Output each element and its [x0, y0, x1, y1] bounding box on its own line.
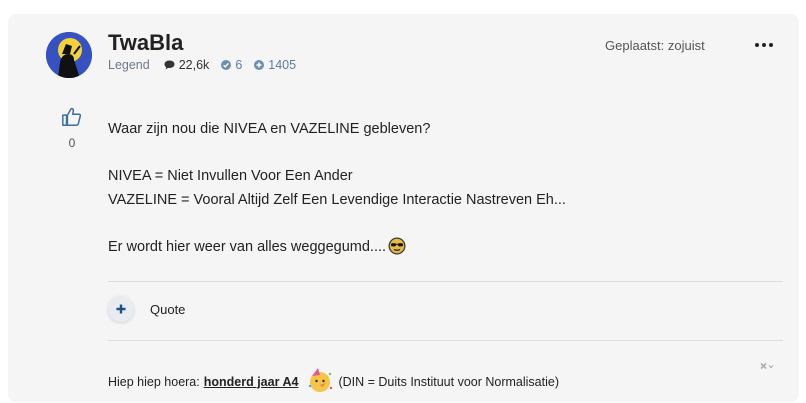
like-button[interactable] — [60, 106, 84, 133]
check-circle-icon — [221, 60, 232, 70]
divider — [108, 281, 783, 282]
points-stat: 1405 — [254, 58, 296, 72]
avatar[interactable] — [46, 32, 92, 78]
posted-timestamp: Geplaatst: zojuist — [605, 38, 705, 53]
points-count: 1405 — [268, 58, 297, 72]
party-face-emoji — [306, 366, 334, 397]
sunglasses-emoji — [388, 237, 406, 264]
like-count: 0 — [68, 136, 76, 150]
reactions-count: 6 — [235, 58, 243, 72]
thumbs-up-icon — [62, 107, 82, 126]
signature-suffix: (DIN = Duits Instituut voor Normalisatie… — [338, 374, 559, 389]
author-meta: Legend 22,6k 6 1405 — [108, 58, 308, 72]
signature-prefix: Hiep hiep hoera: — [108, 374, 200, 389]
author-rank: Legend — [108, 58, 150, 72]
author-name[interactable]: TwaBla — [108, 30, 183, 56]
messages-count: 22,6k — [178, 58, 210, 72]
speech-bubble-icon — [164, 60, 175, 70]
close-icon[interactable] — [760, 362, 774, 375]
divider — [108, 340, 783, 341]
post-line: Er wordt hier weer van alles weggegumd..… — [108, 238, 387, 255]
quote-button[interactable]: Quote — [150, 302, 185, 317]
post-line: VAZELINE = Vooral Altijd Zelf Een Levend… — [108, 191, 566, 208]
ellipsis-icon[interactable] — [753, 36, 775, 54]
post-line: NIVEA = Niet Invullen Voor Een Ander — [108, 168, 353, 184]
messages-stat: 22,6k — [164, 58, 210, 72]
plus-circle-icon — [254, 60, 265, 70]
post-card: TwaBla Legend 22,6k 6 1405 Geplaatst: zo… — [8, 14, 799, 402]
reactions-stat: 6 — [221, 58, 242, 72]
plus-icon — [116, 304, 126, 314]
post-line: Waar zijn nou die NIVEA en VAZELINE gebl… — [108, 121, 431, 137]
signature: Hiep hiep hoera: honderd jaar A4 (DIN = … — [108, 366, 559, 397]
add-icon[interactable] — [108, 296, 134, 322]
signature-link[interactable]: honderd jaar A4 — [204, 375, 299, 389]
post-body: Waar zijn nou die NIVEA en VAZELINE gebl… — [108, 118, 566, 263]
post-line-last: Er wordt hier weer van alles weggegumd..… — [108, 236, 566, 264]
